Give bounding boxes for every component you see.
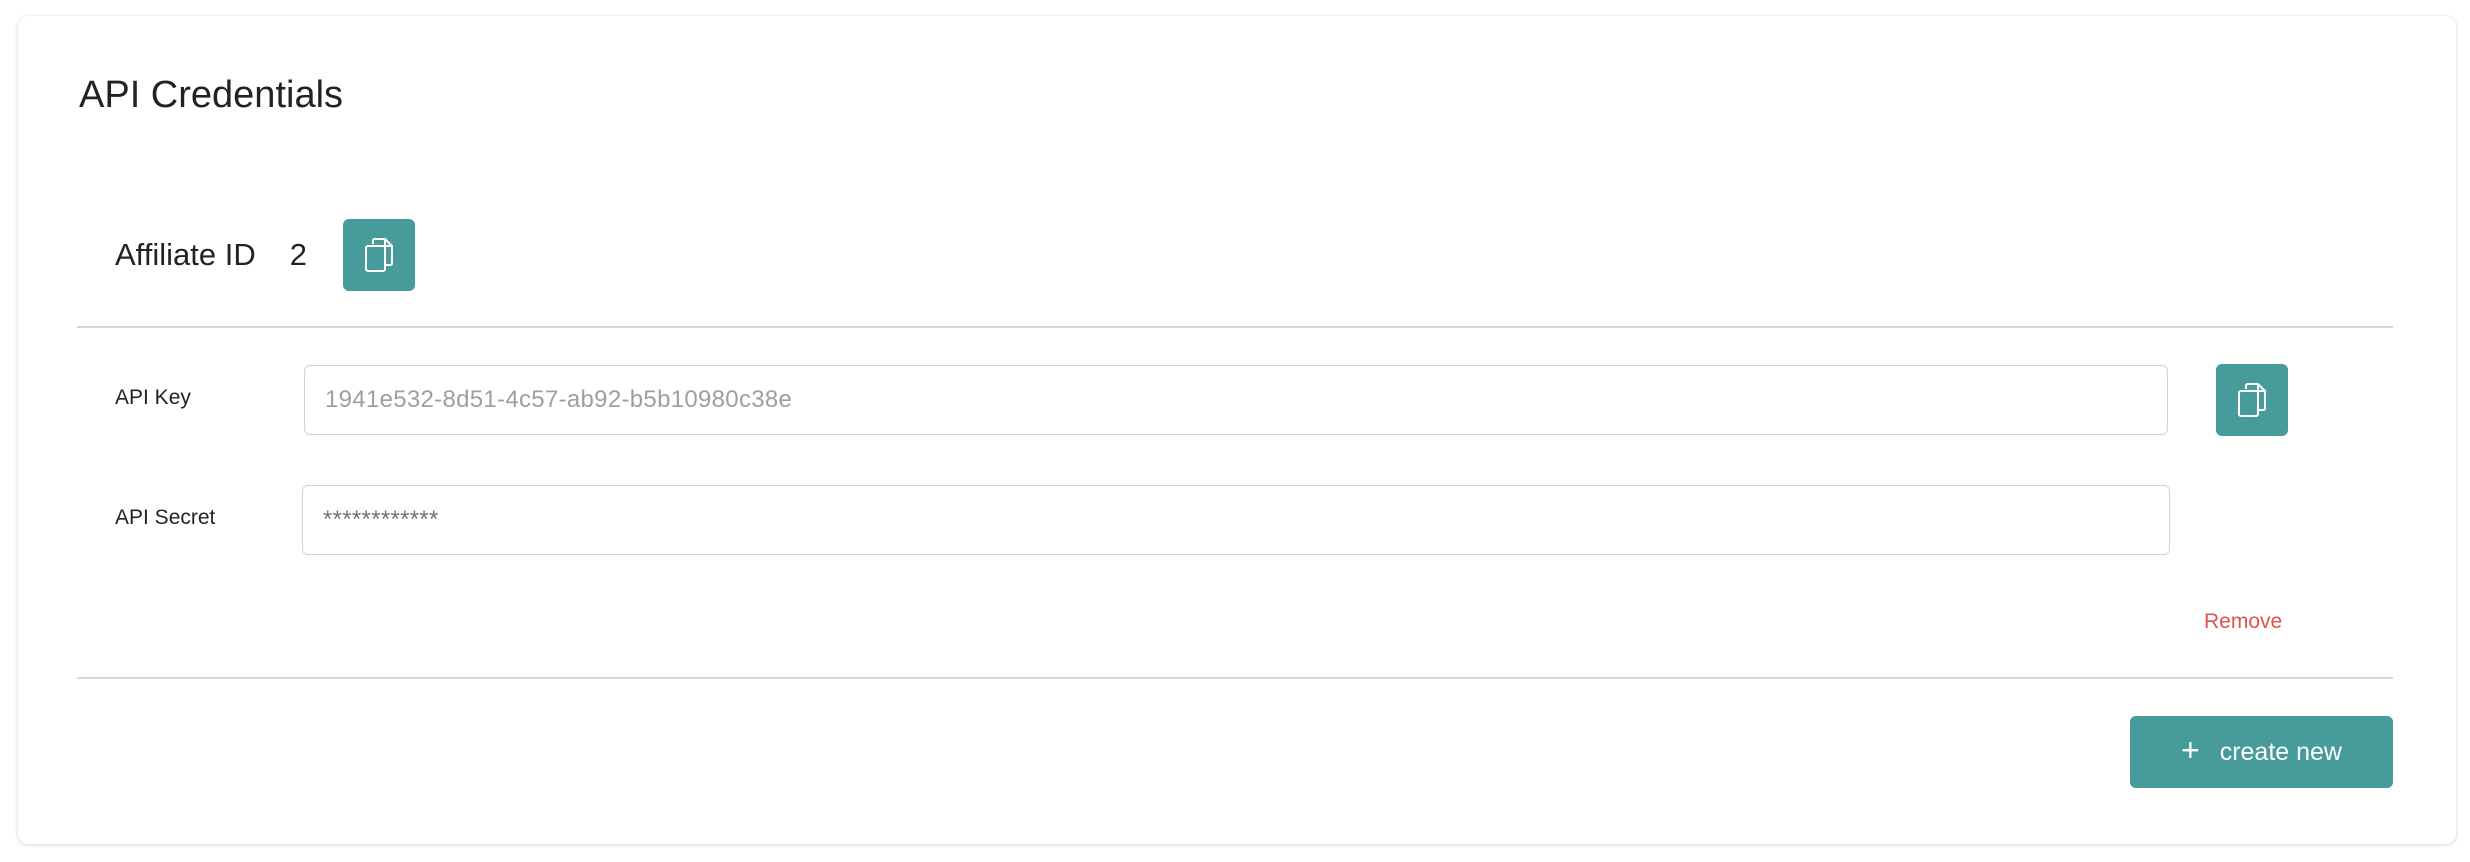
- remove-link[interactable]: Remove: [2204, 610, 2282, 634]
- plus-icon: +: [2181, 732, 2200, 768]
- page-title: API Credentials: [79, 74, 344, 116]
- api-secret-label: API Secret: [115, 506, 216, 529]
- divider-top: [77, 326, 2393, 328]
- affiliate-id-label: Affiliate ID: [115, 237, 256, 272]
- create-new-label: create new: [2219, 737, 2342, 766]
- api-secret-input[interactable]: [302, 485, 2170, 555]
- copy-icon: [364, 238, 393, 272]
- create-new-button[interactable]: + create new: [2130, 716, 2393, 788]
- affiliate-id-value: 2: [289, 237, 307, 272]
- affiliate-id-row: Affiliate ID 2: [115, 219, 415, 291]
- api-credentials-card: API Credentials Affiliate ID 2 API Key A…: [18, 16, 2456, 844]
- divider-bottom: [77, 677, 2393, 679]
- copy-affiliate-id-button[interactable]: [342, 219, 415, 291]
- copy-icon: [2238, 383, 2266, 417]
- api-key-input[interactable]: [304, 365, 2168, 435]
- copy-api-key-button[interactable]: [2216, 364, 2288, 436]
- api-key-label: API Key: [115, 386, 191, 409]
